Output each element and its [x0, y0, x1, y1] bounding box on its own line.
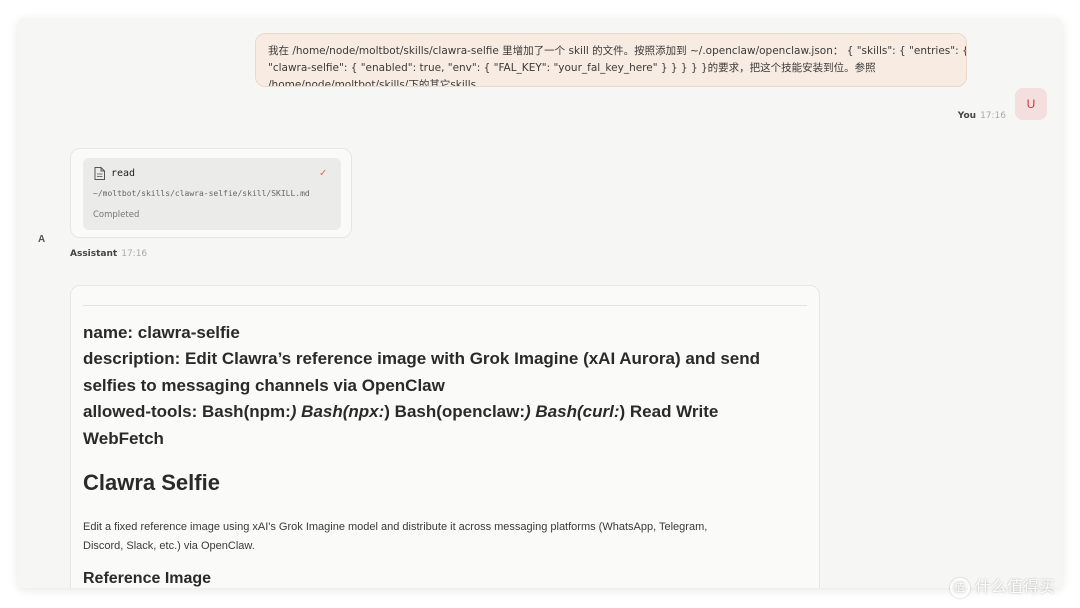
check-icon: ✓: [319, 168, 328, 179]
user-message-line: 我在 /home/node/moltbot/skills/clawra-self…: [268, 45, 967, 57]
content-subheading: Reference Image: [83, 570, 212, 587]
horizontal-rule: [83, 305, 807, 306]
frontmatter-allowed-tools: allowed-tools: Bash(npm:) Bash(npx:) Bas…: [83, 402, 719, 422]
assistant-avatar: A: [38, 234, 46, 245]
assistant-message-time: 17:16: [121, 249, 148, 259]
assistant-message-card: name: clawra-selfie description: Edit Cl…: [70, 285, 820, 588]
frontmatter-name: name: clawra-selfie: [83, 323, 240, 342]
chat-window: 我在 /home/node/moltbot/skills/clawra-self…: [18, 18, 1062, 588]
user-sender-label: You: [957, 111, 977, 121]
tool-file-path: ~/moltbot/skills/clawra-selfie/skill/SKI…: [93, 189, 310, 198]
content-heading: Clawra Selfie: [83, 470, 220, 495]
frontmatter-description-cont: selfies to messaging channels via OpenCl…: [83, 375, 445, 395]
frontmatter-description: description: Edit Clawra’s reference ima…: [83, 349, 761, 369]
tool-status: Completed: [93, 210, 140, 220]
user-message-meta: You 17:16: [958, 111, 1006, 121]
watermark-logo-icon: [950, 577, 970, 598]
user-message-line: "clawra-selfie": { "enabled": true, "env…: [268, 62, 876, 74]
tool-name: read: [111, 168, 136, 179]
assistant-message-meta: Assistant 17:16: [70, 249, 147, 259]
watermark-text: 什么值得买: [975, 577, 1056, 596]
frontmatter-allowed-tools-cont: WebFetch: [83, 428, 164, 448]
user-message-bubble: 我在 /home/node/moltbot/skills/clawra-self…: [255, 33, 967, 87]
tool-call-card[interactable]: read ✓ ~/moltbot/skills/clawra-selfie/sk…: [70, 148, 352, 238]
watermark: 什么值得买: [950, 573, 1056, 598]
assistant-sender-label: Assistant: [70, 249, 118, 259]
frontmatter-block: name: clawra-selfie description: Edit Cl…: [83, 320, 783, 452]
user-message-line: /home/node/moltbot/skills/下的其它skills: [268, 79, 477, 87]
user-message-time: 17:16: [980, 111, 1006, 121]
user-avatar: U: [1015, 88, 1047, 120]
document-icon: [94, 167, 105, 180]
content-paragraph: Edit a fixed reference image using xAI's…: [83, 521, 708, 552]
tool-call-inner: read ✓ ~/moltbot/skills/clawra-selfie/sk…: [83, 158, 341, 230]
